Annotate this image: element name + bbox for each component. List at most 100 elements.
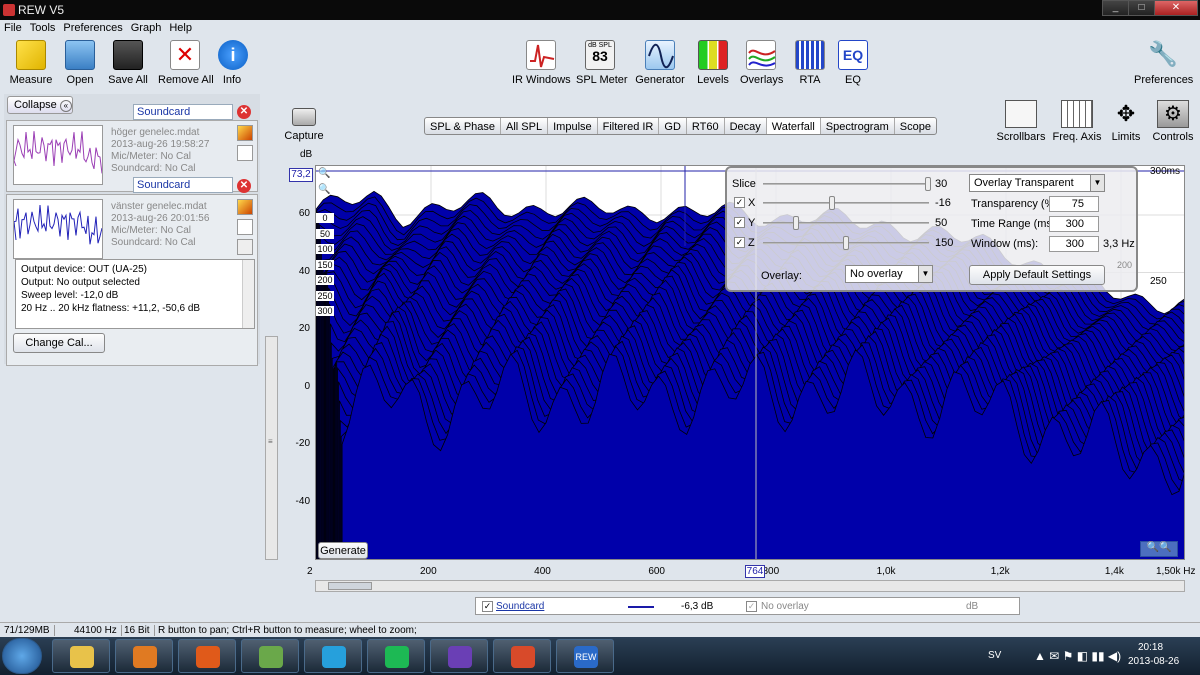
menu-preferences[interactable]: Preferences	[59, 20, 126, 34]
taskbar-app-network[interactable]	[241, 639, 299, 673]
slice-slider[interactable]	[763, 177, 931, 191]
scrollbars-label: Scrollbars	[996, 131, 1046, 143]
rta-button[interactable]: RTA	[795, 40, 825, 86]
taskbar-app-installer[interactable]	[493, 639, 551, 673]
measurement-thumbnail-2[interactable]	[13, 199, 103, 259]
notes-icon[interactable]	[237, 239, 253, 255]
tab-all-spl[interactable]: All SPL	[501, 118, 549, 134]
legend-checkbox[interactable]: ✓	[482, 601, 493, 612]
z-checkbox[interactable]: ✓	[734, 237, 745, 248]
x-checkbox[interactable]: ✓	[734, 197, 745, 208]
zoom-controls-icon[interactable]: 🔍🔍	[1140, 541, 1178, 557]
tab-gd[interactable]: GD	[659, 118, 687, 134]
color-picker-icon[interactable]	[237, 199, 253, 215]
taskbar-app-spotify[interactable]	[367, 639, 425, 673]
x-slider[interactable]	[763, 196, 929, 210]
menu-file[interactable]: File	[0, 20, 26, 34]
camera-icon	[292, 108, 316, 126]
taskbar-app-firefox[interactable]	[178, 639, 236, 673]
y-checkbox[interactable]: ✓	[734, 217, 745, 228]
clock-time[interactable]: 20:18	[1138, 642, 1163, 653]
tab-spl-phase[interactable]: SPL & Phase	[425, 118, 502, 134]
info-scrollbar[interactable]	[242, 260, 254, 328]
menu-graph[interactable]: Graph	[127, 20, 166, 34]
tab-spectrogram[interactable]: Spectrogram	[821, 118, 895, 134]
maximize-button[interactable]: □	[1128, 0, 1155, 16]
tab-rt60[interactable]: RT60	[687, 118, 725, 134]
horizontal-scrollbar[interactable]	[315, 580, 1185, 592]
taskbar-app-explorer[interactable]	[52, 639, 110, 673]
eq-button[interactable]: EQ EQ	[838, 40, 868, 86]
close-button[interactable]: ✕	[1154, 0, 1198, 16]
remove-all-button[interactable]: ✕ Remove All	[158, 40, 214, 86]
x-slider-knob[interactable]	[829, 196, 835, 210]
zoom-in-icon[interactable]: 🔍	[318, 168, 334, 182]
transparency-field[interactable]: 75	[1049, 196, 1099, 212]
z-slider-knob[interactable]	[843, 236, 849, 250]
tray-icons[interactable]: ▲ ✉ ⚑ ◧ ▮▮ ◀)	[1034, 649, 1121, 663]
remove-measurement-1-icon[interactable]: ✕	[237, 105, 251, 119]
menu-help[interactable]: Help	[165, 20, 196, 34]
save-all-button[interactable]: Save All	[106, 40, 150, 86]
legend-name[interactable]: Soundcard	[496, 601, 544, 612]
measurement-thumbnail-1[interactable]	[13, 125, 103, 185]
y-slider[interactable]	[763, 216, 929, 230]
zoom-out-icon[interactable]: 🔍	[318, 184, 334, 198]
time-range-field[interactable]: 300	[1049, 216, 1099, 232]
scrollbars-button[interactable]: Scrollbars	[996, 100, 1046, 143]
line-style-icon[interactable]	[237, 219, 253, 235]
overlay-mode-select[interactable]: Overlay Transparent ▼	[969, 174, 1105, 192]
clock-date[interactable]: 2013-08-26	[1128, 656, 1179, 667]
remove-measurement-2-icon[interactable]: ✕	[237, 179, 251, 193]
language-indicator[interactable]: SV	[988, 650, 1001, 661]
generate-button[interactable]: Generate	[318, 542, 368, 559]
y-slider-knob[interactable]	[793, 216, 799, 230]
capture-button[interactable]: Capture	[284, 108, 324, 142]
time-slice-label: 50	[316, 228, 334, 239]
open-button[interactable]: Open	[62, 40, 98, 86]
color-picker-icon[interactable]	[237, 125, 253, 141]
measurement-card-2[interactable]: Soundcard ✕ 2 vänster genelec.mdat 2013-…	[6, 177, 258, 366]
tab-impulse[interactable]: Impulse	[548, 118, 598, 134]
generator-button[interactable]: Generator	[634, 40, 686, 86]
legend-unit: dB	[966, 601, 979, 612]
apply-default-settings-button[interactable]: Apply Default Settings	[969, 265, 1105, 285]
measurement-name-1[interactable]: Soundcard	[133, 104, 233, 120]
levels-button[interactable]: Levels	[696, 40, 730, 86]
measure-button[interactable]: Measure	[8, 40, 54, 86]
tab-scope[interactable]: Scope	[895, 118, 936, 134]
info-button[interactable]: i Info	[218, 40, 248, 86]
menu-tools[interactable]: Tools	[26, 20, 60, 34]
taskbar-app-rew[interactable]: REW	[556, 639, 614, 673]
scrollbar-thumb[interactable]	[328, 582, 372, 590]
overlay-select[interactable]: No overlay ▼	[845, 265, 933, 283]
panel-divider-scrollbar[interactable]: ≡	[265, 336, 278, 560]
preferences-button[interactable]: 🔧 Preferences	[1134, 40, 1193, 86]
taskbar-app-skype[interactable]	[304, 639, 362, 673]
z-slider[interactable]	[763, 236, 929, 250]
start-button[interactable]	[2, 638, 42, 674]
x-label: X	[748, 197, 756, 209]
tab-filtered-ir[interactable]: Filtered IR	[598, 118, 660, 134]
taskbar-app-audio-app[interactable]	[430, 639, 488, 673]
tab-decay[interactable]: Decay	[725, 118, 767, 134]
line-style-icon[interactable]	[237, 145, 253, 161]
window-field[interactable]: 300	[1049, 236, 1099, 252]
ir-windows-button[interactable]: IR Windows	[512, 40, 571, 86]
taskbar-app-media-player[interactable]	[115, 639, 173, 673]
slice-slider-knob[interactable]	[925, 177, 931, 191]
status-bar: 71/129MB 44100 Hz 16 Bit R button to pan…	[0, 622, 1200, 637]
tab-waterfall[interactable]: Waterfall	[766, 118, 821, 134]
spl-meter-button[interactable]: dB SPL 83 SPL Meter	[576, 40, 628, 86]
collapse-button[interactable]: Collapse «	[7, 96, 73, 114]
network-icon	[259, 646, 283, 668]
overlays-button[interactable]: Overlays	[740, 40, 783, 86]
minimize-button[interactable]: _	[1102, 0, 1129, 16]
change-cal-button[interactable]: Change Cal...	[13, 333, 105, 353]
freq-axis-button[interactable]: Freq. Axis	[1052, 100, 1102, 143]
limits-button[interactable]: ✥ Limits	[1108, 100, 1144, 143]
overlay-legend-checkbox[interactable]: ✓	[746, 601, 757, 612]
freq-axis-icon	[1061, 100, 1093, 128]
measurement-name-2[interactable]: Soundcard	[133, 177, 233, 193]
controls-button[interactable]: ⚙ Controls	[1150, 100, 1196, 143]
